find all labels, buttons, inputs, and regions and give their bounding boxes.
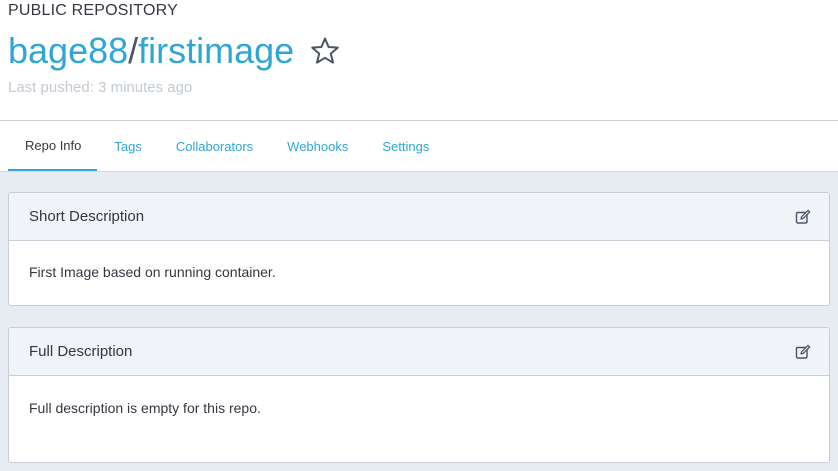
- edit-icon[interactable]: [795, 344, 811, 360]
- full-description-title: Full Description: [29, 343, 133, 360]
- full-description-header: Full Description: [9, 328, 829, 376]
- last-pushed-text: Last pushed: 3 minutes ago: [8, 79, 193, 96]
- full-description-body: Full description is empty for this repo.: [29, 400, 261, 416]
- short-description-body: First Image based on running container.: [29, 264, 276, 280]
- short-description-header: Short Description: [9, 193, 829, 241]
- tab-tags[interactable]: Tags: [97, 121, 158, 171]
- repo-info-content: Short Description First Image based on r…: [0, 171, 838, 471]
- repo-name[interactable]: firstimage: [138, 30, 294, 71]
- repo-separator: /: [128, 30, 139, 71]
- repo-namespace[interactable]: bage88: [8, 30, 128, 71]
- edit-icon[interactable]: [795, 209, 811, 225]
- tab-settings[interactable]: Settings: [365, 121, 446, 171]
- repo-tabs: Repo Info Tags Collaborators Webhooks Se…: [0, 120, 838, 171]
- short-description-panel: Short Description First Image based on r…: [8, 192, 830, 306]
- tab-webhooks[interactable]: Webhooks: [270, 121, 365, 171]
- repo-visibility-label: PUBLIC REPOSITORY: [8, 2, 178, 19]
- star-icon[interactable]: [310, 36, 340, 66]
- repo-header: PUBLIC REPOSITORY bage88/firstimage Last…: [0, 0, 838, 120]
- full-description-panel: Full Description Full description is emp…: [8, 327, 830, 463]
- repo-title-row: bage88/firstimage: [8, 28, 340, 74]
- tab-collaborators[interactable]: Collaborators: [159, 121, 270, 171]
- repo-title: bage88/firstimage: [8, 28, 294, 74]
- tab-repo-info[interactable]: Repo Info: [8, 121, 98, 171]
- short-description-title: Short Description: [29, 208, 145, 225]
